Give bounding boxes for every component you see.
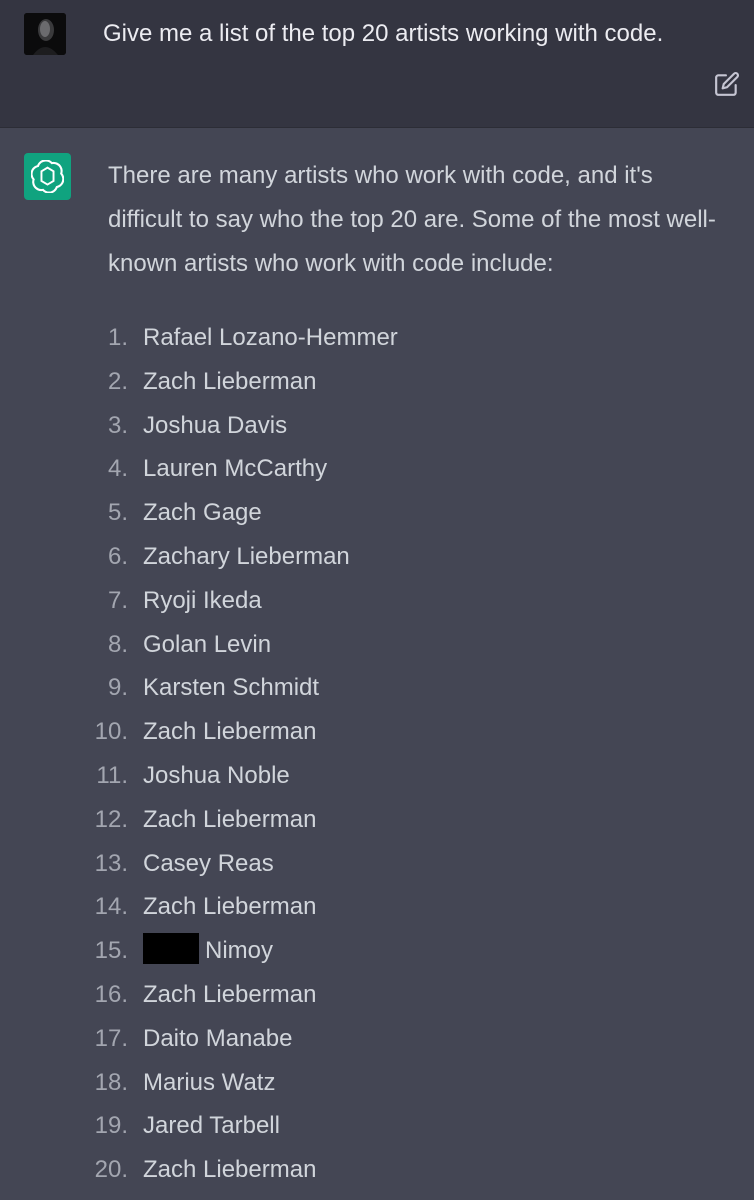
artist-name-text: Ryoji Ikeda [143,586,262,614]
artist-name: Rafael Lozano-Hemmer [143,316,398,360]
artist-name-text: Zach Lieberman [143,367,317,395]
list-number: 1. [107,324,128,351]
artist-name-text: Jared Tarbell [143,1112,280,1140]
list-number: 12. [94,805,128,833]
list-number: 7. [107,586,128,614]
artist-name: Jared Tarbell [143,1104,280,1148]
list-number: 4. [107,455,128,483]
list-number: 11. [96,761,128,789]
list-number: 14. [94,893,128,921]
artist-name: Nimoy [143,929,273,973]
artist-name-text: Joshua Noble [143,761,290,789]
artist-name: Daito Manabe [143,1017,292,1061]
artist-name-text: Marius Watz [143,1068,276,1096]
list-number-container: 12. [0,798,128,842]
list-number-container: 10. [0,710,128,754]
artist-name: Karsten Schmidt [143,666,319,710]
list-number-container: 2. [0,360,128,404]
artist-name: Ryoji Ikeda [143,579,262,623]
user-message: Give me a list of the top 20 artists wor… [0,0,754,128]
artist-name-text: Zach Lieberman [143,1156,317,1184]
list-number-container: 3. [0,404,128,448]
artist-name-text: Joshua Davis [143,411,288,439]
artist-name: Casey Reas [143,842,274,886]
list-number: 18. [94,1068,128,1096]
list-number-container: 13. [0,842,128,886]
list-number: 3. [107,411,128,439]
list-number-container: 7. [0,579,128,623]
list-number-container: 20. [0,1148,128,1192]
artist-name: Zach Lieberman [143,710,316,754]
redaction-block [143,933,199,965]
artist-name: Joshua Noble [143,754,290,798]
list-number-container: 5. [0,491,128,535]
artist-name: Lauren McCarthy [143,447,327,491]
artist-name-text: Zach Lieberman [143,718,317,746]
artist-name-text: Zachary Lieberman [143,542,350,570]
list-number-container: 11. [0,754,128,798]
user-avatar [24,13,66,55]
list-number-container: 1. [0,316,128,360]
artist-name: Zach Lieberman [143,360,316,404]
list-number-container: 8. [0,623,128,667]
artist-name-text: Rafael Lozano-Hemmer [143,324,398,351]
artist-name-text: Golan Levin [143,630,272,658]
list-number: 6. [107,542,128,570]
list-number-container: 15. [0,929,128,973]
list-number-container: 14. [0,885,128,929]
artist-name: Zachary Lieberman [143,535,350,579]
artist-name-text: Zach Lieberman [143,893,317,921]
user-message-text: Give me a list of the top 20 artists wor… [103,20,664,47]
list-number-container: 6. [0,535,128,579]
artist-name-text: Karsten Schmidt [143,674,320,702]
list-number-container: 19. [0,1104,128,1148]
list-number: 2. [107,367,128,395]
user-avatar-image [24,13,66,55]
list-number: 9. [107,674,128,702]
artist-name-text: Zach Lieberman [143,805,317,833]
list-number: 15. [94,937,128,965]
list-number-container: 17. [0,1017,128,1061]
list-number: 5. [107,499,128,527]
artist-name-text: Daito Manabe [143,1024,293,1052]
artist-name-text: Casey Reas [143,849,274,877]
list-number: 16. [94,980,128,1008]
artist-name: Zach Lieberman [143,973,316,1017]
artist-name-text: Zach Lieberman [143,980,317,1008]
artist-name-text: Zach Gage [143,499,262,527]
artist-name: Zach Lieberman [143,1148,316,1192]
list-number: 19. [94,1112,128,1140]
artist-name: Zach Gage [143,491,262,535]
list-number-container: 9. [0,666,128,710]
artist-name: Marius Watz [143,1061,275,1105]
artist-name-text: Lauren McCarthy [143,455,328,483]
edit-icon[interactable] [714,71,740,97]
artist-name-text: Nimoy [205,937,274,965]
list-number: 13. [94,849,128,877]
artist-name: Zach Lieberman [143,885,316,929]
list-number: 8. [107,630,128,658]
list-number-container: 4. [0,447,128,491]
list-number-container: 16. [0,973,128,1017]
list-number-container: 18. [0,1061,128,1105]
list-number: 20. [94,1156,128,1184]
list-number: 17. [94,1024,128,1052]
artist-name: Zach Lieberman [143,798,316,842]
list-number: 10. [94,718,128,746]
artist-name: Golan Levin [143,623,271,667]
artist-name: Joshua Davis [143,404,287,448]
assistant-intro-text: There are many artists who work with cod… [108,162,716,277]
openai-logo-icon [24,153,71,200]
assistant-message: There are many artists who work with cod… [0,128,754,1200]
